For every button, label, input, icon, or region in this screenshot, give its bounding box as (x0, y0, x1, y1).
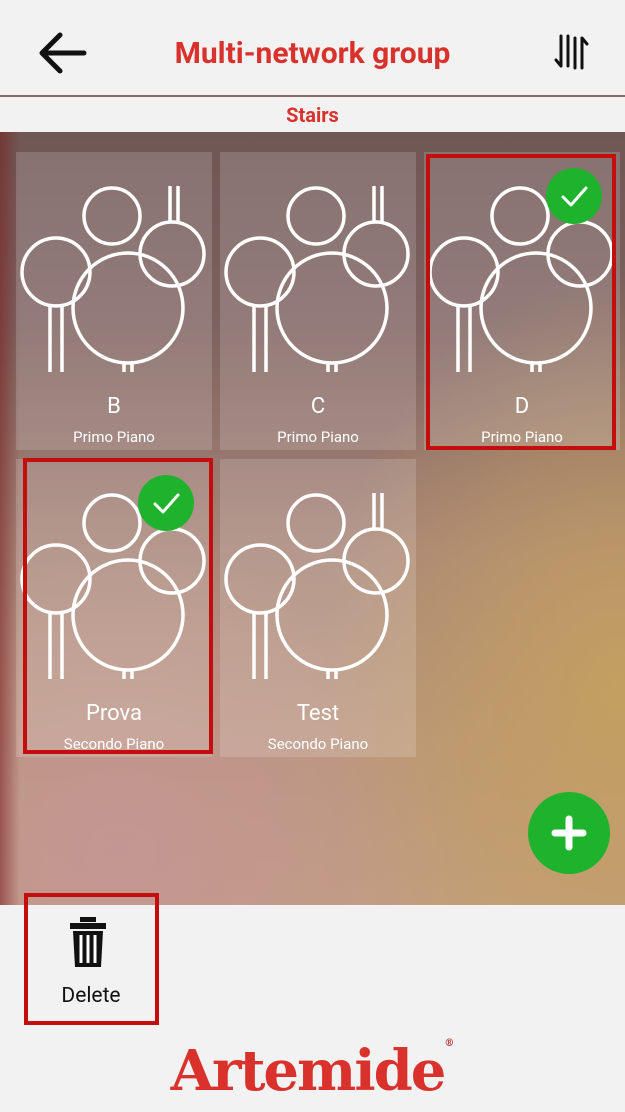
device-floor: Primo Piano (481, 428, 563, 446)
top-bar: Multi-network group (0, 0, 625, 97)
device-name: Test (296, 701, 340, 726)
device-tile-c[interactable]: C Primo Piano (220, 152, 416, 450)
device-tile-b[interactable]: B Primo Piano (16, 152, 212, 450)
selected-check-badge (138, 475, 194, 531)
plus-icon (551, 815, 587, 851)
device-tile-prova[interactable]: Prova Secondo Piano (16, 459, 212, 757)
device-name: C (310, 394, 326, 419)
lamp-icon (224, 186, 410, 372)
lamp-icon (20, 186, 206, 372)
lamp-icon (224, 493, 410, 679)
device-tile-test[interactable]: Test Secondo Piano (220, 459, 416, 757)
device-floor: Secondo Piano (63, 735, 165, 753)
device-tile-d[interactable]: D Primo Piano (424, 152, 620, 450)
page-title: Multi-network group (174, 36, 451, 71)
add-button[interactable] (528, 792, 610, 874)
artemide-logo: Artemide® (0, 1038, 625, 1104)
subtitle-bar: Stairs (0, 99, 625, 132)
delete-label: Delete (61, 984, 121, 1008)
registered-mark: ® (444, 1038, 455, 1049)
device-name: B (107, 394, 121, 419)
device-floor: Primo Piano (73, 428, 155, 446)
device-floor: Secondo Piano (267, 735, 369, 753)
sort-button[interactable] (553, 32, 589, 72)
delete-button[interactable]: Delete (28, 896, 154, 1022)
sort-arrows-icon (554, 34, 589, 70)
trash-icon (70, 917, 106, 967)
logo-text: Artemide (170, 1038, 447, 1104)
checkmark-icon (153, 493, 180, 514)
checkmark-icon (561, 186, 588, 207)
device-floor: Primo Piano (277, 428, 359, 446)
devices-grid: B Primo Piano C Primo Piano D Primo Pian… (0, 132, 625, 905)
selected-check-badge (546, 168, 602, 224)
group-subtitle: Stairs (286, 103, 339, 127)
device-name: Prova (86, 701, 142, 726)
device-name: D (514, 394, 530, 419)
